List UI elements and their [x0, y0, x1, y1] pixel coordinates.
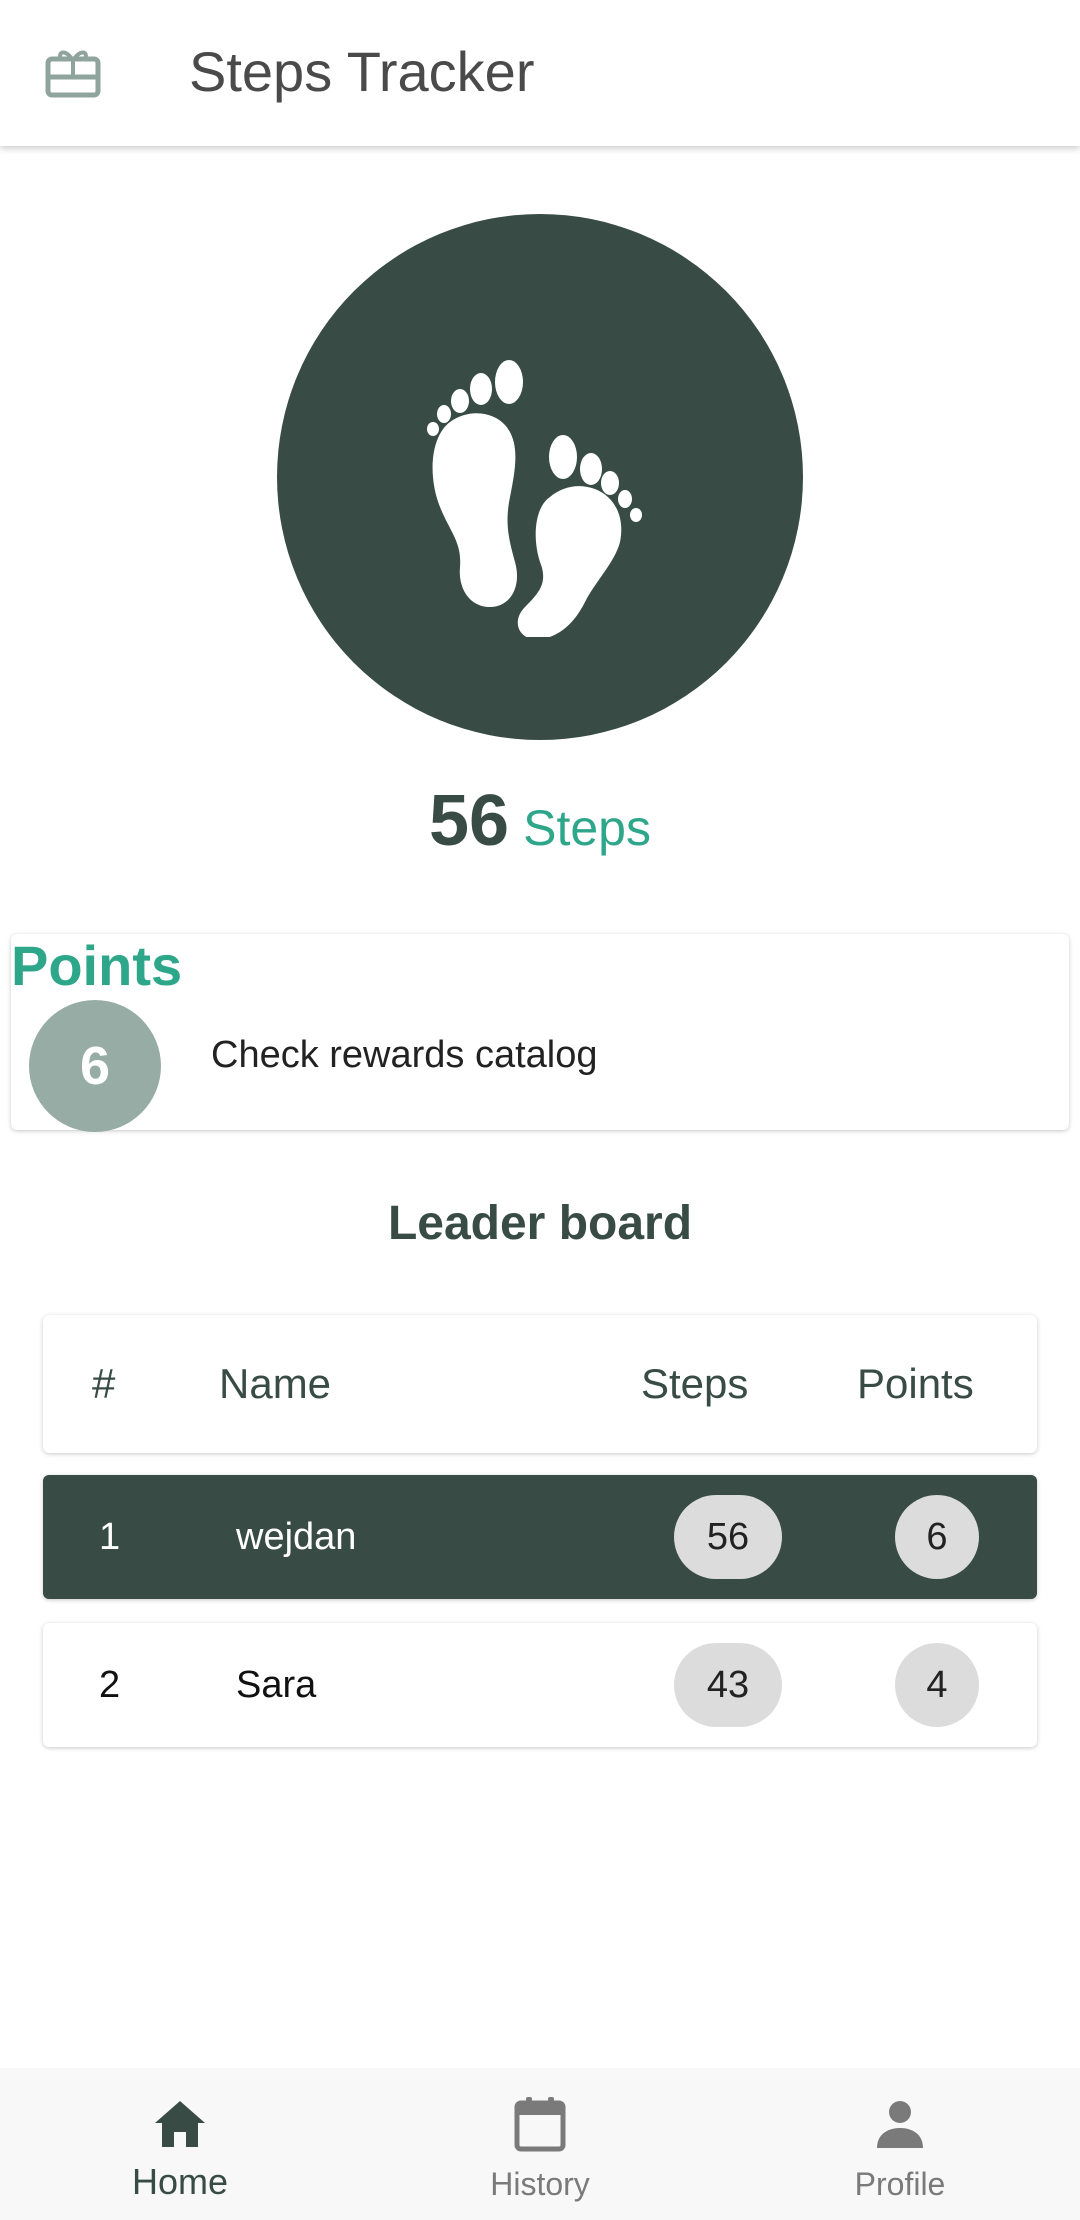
bottom-nav: Home History Profile — [0, 2068, 1080, 2220]
row-name: wejdan — [236, 1516, 357, 1558]
nav-profile-label: Profile — [854, 2166, 946, 2202]
leaderboard-header: # Name Steps Points — [43, 1315, 1037, 1453]
app-title: Steps Tracker — [189, 40, 535, 103]
row-points-pill: 6 — [895, 1495, 979, 1579]
header-rank: # — [92, 1360, 116, 1407]
footprints-icon — [427, 360, 642, 637]
header-steps: Steps — [641, 1360, 749, 1407]
rewards-catalog-link[interactable]: Check rewards catalog — [211, 1030, 598, 1080]
steps-number: 56 — [429, 781, 510, 861]
calendar-icon — [510, 2094, 570, 2154]
row-rank: 1 — [99, 1516, 121, 1558]
row-points-pill: 4 — [895, 1643, 979, 1727]
row-rank: 2 — [99, 1664, 121, 1706]
home-icon — [150, 2094, 210, 2154]
steps-circle — [277, 214, 803, 740]
header-name: Name — [219, 1360, 332, 1407]
points-label: Points — [11, 934, 183, 997]
app-bar: Steps Tracker — [0, 0, 1080, 146]
points-card[interactable]: Points 6 Check rewards catalog — [11, 934, 1069, 1132]
person-icon — [870, 2094, 930, 2154]
steps-unit: Steps — [523, 800, 651, 856]
header-points: Points — [857, 1360, 974, 1407]
leaderboard-row[interactable]: 2 Sara 43 4 — [43, 1623, 1037, 1747]
nav-history-label: History — [490, 2166, 590, 2202]
steps-count: 56 Steps — [0, 780, 1080, 870]
nav-home-label: Home — [131, 2161, 229, 2202]
nav-profile[interactable]: Profile — [720, 2068, 1080, 2220]
nav-history[interactable]: History — [360, 2068, 720, 2220]
steps-tracker-app: Steps Tracker 56 Steps Points 6 Check re… — [0, 0, 1080, 2220]
rewards-button[interactable] — [30, 33, 116, 113]
row-steps-pill: 56 — [674, 1495, 782, 1579]
row-steps-pill: 43 — [674, 1643, 782, 1727]
row-name: Sara — [236, 1664, 317, 1706]
leaderboard-title: Leader board — [387, 1197, 693, 1250]
leaderboard-row[interactable]: 1 wejdan 56 6 — [43, 1475, 1037, 1599]
points-badge: 6 — [29, 1000, 161, 1132]
gift-card-icon — [45, 50, 101, 98]
nav-home[interactable]: Home — [0, 2068, 360, 2220]
